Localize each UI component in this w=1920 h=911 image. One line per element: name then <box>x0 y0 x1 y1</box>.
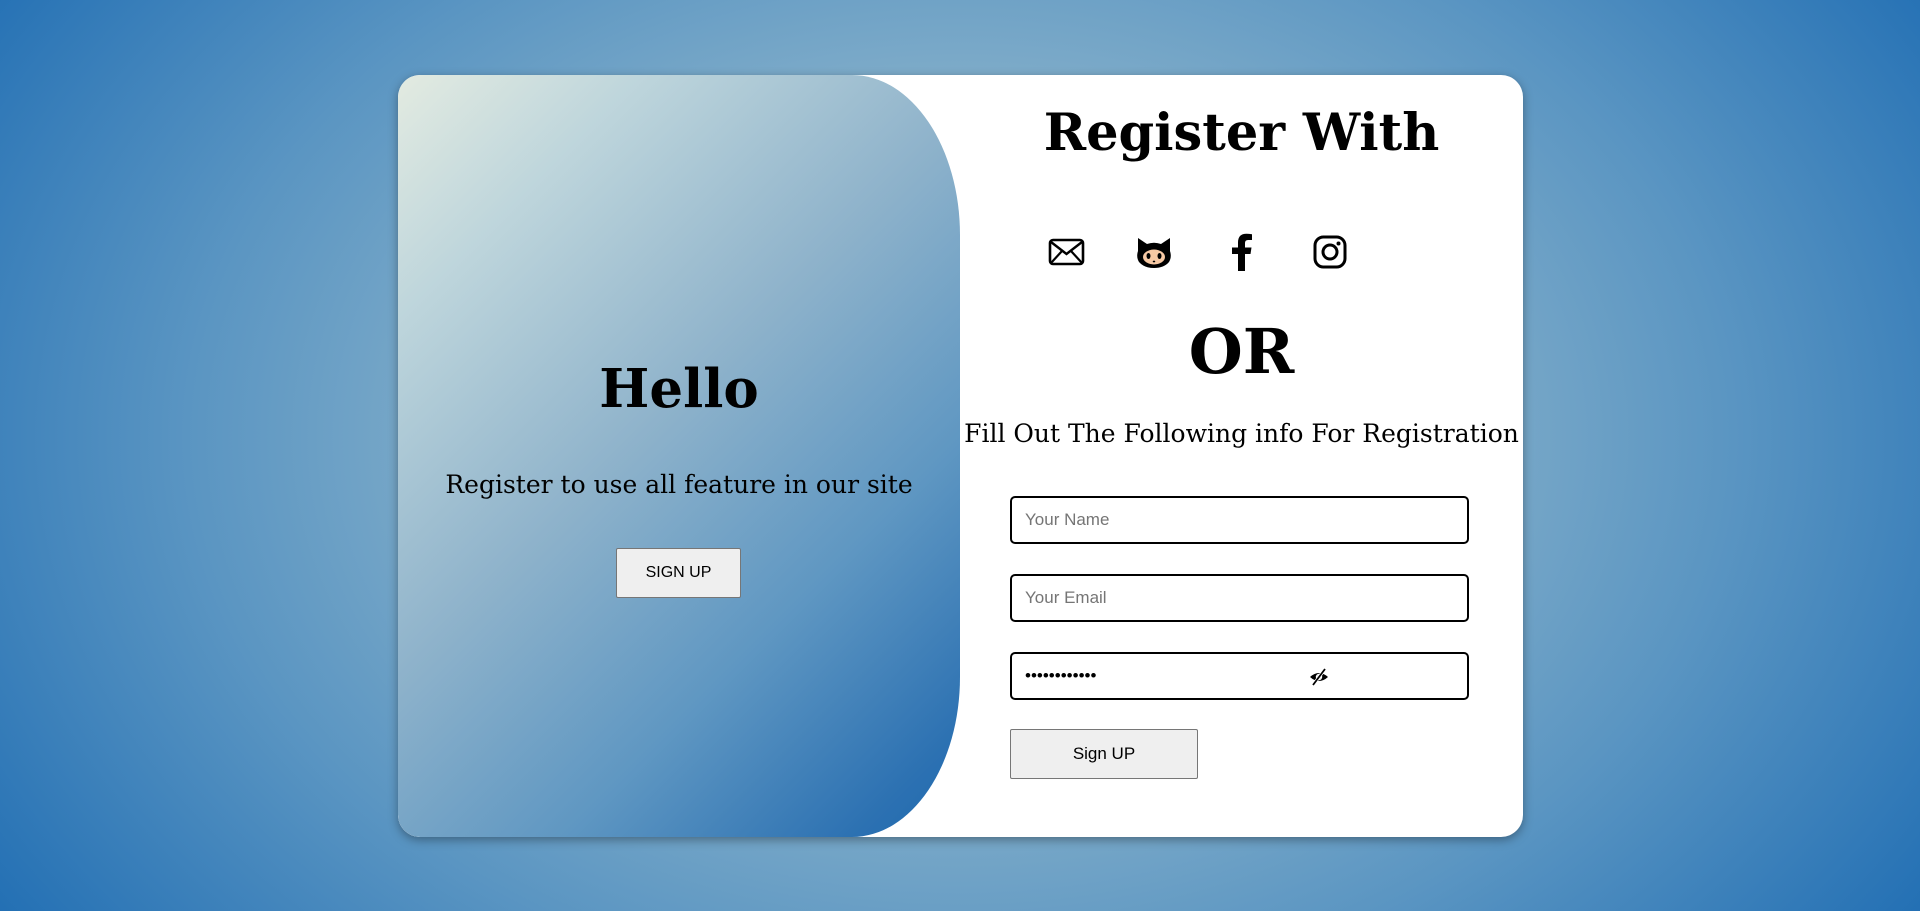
email-input[interactable] <box>1010 574 1469 622</box>
panel-signup-button[interactable]: SIGN UP <box>616 548 741 598</box>
instagram-icon[interactable] <box>1308 230 1352 274</box>
eye-slash-icon[interactable] <box>1309 668 1329 686</box>
envelope-icon[interactable] <box>1044 230 1088 274</box>
signup-submit-button[interactable]: Sign UP <box>1010 729 1198 779</box>
password-input[interactable] <box>1010 652 1469 700</box>
or-divider-text: OR <box>1188 315 1295 388</box>
name-input[interactable] <box>1010 496 1469 544</box>
register-title: Register With <box>1043 103 1440 163</box>
facebook-icon[interactable] <box>1220 230 1264 274</box>
welcome-subtitle: Register to use all feature in our site <box>445 470 913 499</box>
registration-card: Hello Register to use all feature in our… <box>398 75 1523 837</box>
form-instructions: Fill Out The Following info For Registra… <box>964 419 1519 448</box>
welcome-panel: Hello Register to use all feature in our… <box>398 75 960 837</box>
register-panel: Register With OR Fill Out The Following … <box>960 75 1523 837</box>
welcome-heading: Hello <box>599 358 759 420</box>
github-icon[interactable] <box>1132 230 1176 274</box>
social-login-icons <box>960 230 1523 280</box>
